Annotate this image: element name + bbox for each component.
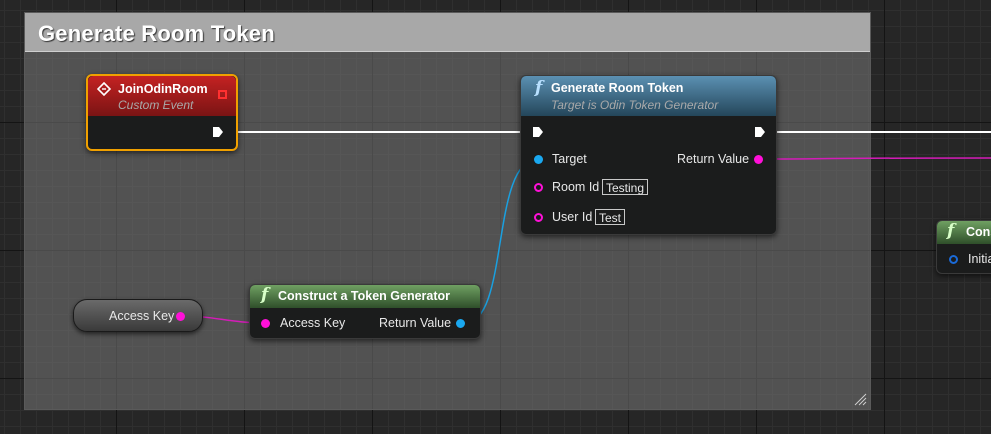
return-value-pin-icon[interactable] [754,155,763,164]
construct-token-generator-node[interactable]: f Construct a Token Generator Access Key… [249,284,481,339]
event-node-joinodinroom[interactable]: JoinOdinRoom Custom Event [86,74,238,151]
partial-construct-node[interactable]: f Cons Initia [936,220,991,274]
return-value-pin-label: Return Value [677,152,750,166]
access-key-output-pin-icon[interactable] [176,312,185,321]
access-key-pin-icon[interactable] [261,319,270,328]
access-key-variable-label: Access Key [109,309,175,323]
function-icon: f [947,221,955,241]
event-node-subtitle: Custom Event [118,98,194,112]
access-key-variable-node[interactable]: Access Key [73,299,203,332]
construct-node-title: Construct a Token Generator [278,289,451,303]
user-id-pin-icon[interactable] [534,213,543,222]
function-icon: f [535,78,543,98]
target-pin-label: Target [552,152,587,166]
wires-layer [181,131,991,324]
event-node-title: JoinOdinRoom [118,82,208,96]
partial-node-pin-label: Initia [968,252,991,266]
room-id-pin-icon[interactable] [534,183,543,192]
generate-node-title: Generate Room Token [551,81,684,95]
exec-in-pin-icon[interactable] [532,126,544,138]
access-key-pin-label: Access Key [280,316,346,330]
target-pin-icon[interactable] [534,155,543,164]
return-value-pin-icon[interactable] [456,319,465,328]
room-id-input[interactable]: Testing [602,179,649,195]
user-id-input[interactable]: Test [595,209,626,225]
return-value-pin-label: Return Value [379,316,452,330]
generate-node-subtitle: Target is Odin Token Generator [551,98,719,112]
exec-out-pin-icon[interactable] [754,126,766,138]
event-diamond-icon [97,82,111,96]
function-icon: f [261,285,269,305]
room-id-pin-label: Room Id [552,180,600,194]
user-id-pin-label: User Id [552,210,593,224]
string-wire-return-value [763,157,991,160]
generate-room-token-node[interactable]: f Generate Room Token Target is Odin Tok… [520,75,777,235]
exec-out-pin-icon[interactable] [212,126,224,138]
partial-node-title: Cons [966,225,991,239]
delegate-pin-icon[interactable] [218,90,227,99]
partial-node-pin-icon[interactable] [949,255,958,264]
